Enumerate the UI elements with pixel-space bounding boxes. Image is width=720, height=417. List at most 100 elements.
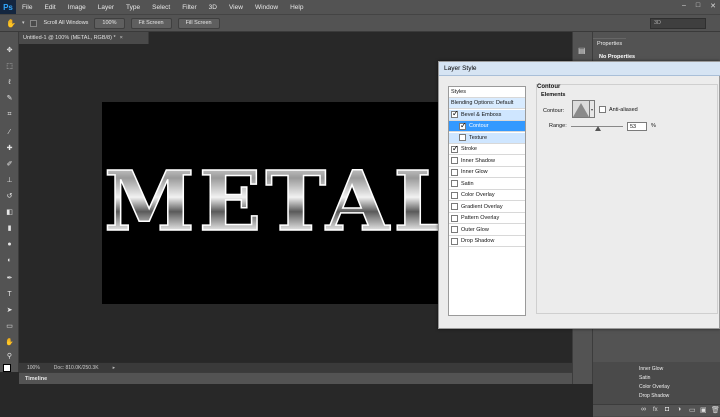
layer-effect-color-overlay[interactable]: Color Overlay xyxy=(639,384,670,390)
menu-view[interactable]: View xyxy=(223,4,249,11)
menu-window[interactable]: Window xyxy=(249,4,284,11)
maximize-icon[interactable]: □ xyxy=(696,2,700,10)
style-checkbox[interactable] xyxy=(451,157,458,164)
menu-help[interactable]: Help xyxy=(284,4,309,11)
style-checkbox[interactable] xyxy=(451,168,458,176)
contour-dropdown-chevron-icon[interactable]: ▾ xyxy=(590,100,595,118)
hand-tool-icon[interactable]: ✋ xyxy=(5,338,14,347)
brush-tool-icon[interactable]: ✐ xyxy=(5,160,14,169)
menu-image[interactable]: Image xyxy=(62,4,92,11)
marquee-tool-icon[interactable]: ⬚ xyxy=(5,62,14,71)
menu-filter[interactable]: Filter xyxy=(176,4,202,11)
menu-3d[interactable]: 3D xyxy=(203,4,223,11)
new-layer-icon[interactable]: ▣ xyxy=(700,406,707,414)
type-tool-icon[interactable]: T xyxy=(5,290,14,299)
fit-screen-button[interactable]: Fit Screen xyxy=(130,17,172,29)
foreground-color-swatch[interactable] xyxy=(3,364,11,372)
tool-preset-chevron-icon[interactable]: ▾ xyxy=(22,20,25,26)
style-checkbox[interactable] xyxy=(451,226,458,233)
style-item-color-overlay[interactable]: Color Overlay xyxy=(449,190,525,201)
status-arrow-icon[interactable]: ▸ xyxy=(113,365,116,371)
shape-tool-icon[interactable]: ▭ xyxy=(5,322,14,331)
lasso-tool-icon[interactable]: ℓ xyxy=(5,78,14,87)
range-slider-thumb[interactable] xyxy=(595,126,601,131)
dialog-title[interactable]: Layer Style xyxy=(439,62,720,76)
style-item-outer-glow[interactable]: Outer Glow xyxy=(449,225,525,236)
style-item-texture[interactable]: Texture xyxy=(449,132,525,144)
blur-tool-icon[interactable]: ● xyxy=(5,240,14,249)
path-selection-tool-icon[interactable]: ➤ xyxy=(5,306,14,315)
style-item-satin[interactable]: Satin xyxy=(449,179,525,190)
layer-effect-drop-shadow[interactable]: Drop Shadow xyxy=(639,393,669,399)
gradient-tool-icon[interactable]: ▮ xyxy=(5,224,14,233)
document-tab[interactable]: Untitled-1 @ 100% (METAL, RGB/8) * × xyxy=(19,32,149,44)
menu-edit[interactable]: Edit xyxy=(38,4,61,11)
range-input[interactable]: 53 xyxy=(627,122,647,131)
zoom-level[interactable]: 100% xyxy=(27,365,40,371)
style-item-stroke[interactable]: Stroke xyxy=(449,144,525,155)
adjustment-icon[interactable]: ◑ xyxy=(677,406,681,413)
healing-brush-tool-icon[interactable]: ✚ xyxy=(5,144,14,153)
zoom-100-button[interactable]: 100% xyxy=(94,17,125,29)
contour-picker[interactable] xyxy=(572,100,590,118)
style-item-gradient-overlay[interactable]: Gradient Overlay xyxy=(449,202,525,213)
layer-effect-satin[interactable]: Satin xyxy=(639,375,650,381)
anti-aliased-checkbox[interactable] xyxy=(599,106,606,113)
mask-icon[interactable]: ◘ xyxy=(665,406,669,413)
style-item-blending-options-default[interactable]: Blending Options: Default xyxy=(449,98,525,109)
style-checkbox[interactable] xyxy=(451,203,458,210)
style-checkbox[interactable] xyxy=(451,180,458,187)
elements-heading: Elements xyxy=(541,92,566,98)
document-tab-title: Untitled-1 @ 100% (METAL, RGB/8) * xyxy=(23,35,116,41)
style-checkbox[interactable] xyxy=(451,144,459,153)
folder-icon[interactable]: ▭ xyxy=(689,406,696,414)
pen-tool-icon[interactable]: ✒ xyxy=(5,274,14,283)
canvas-artwork: METAL xyxy=(103,153,438,251)
contour-curve-icon xyxy=(573,103,589,117)
menu-type[interactable]: Type xyxy=(120,4,146,11)
style-item-drop-shadow[interactable]: Drop Shadow xyxy=(449,236,525,247)
close-tab-icon[interactable]: × xyxy=(120,35,123,41)
options-bar: ✋ ▾ Scroll All Windows 100% Fit Screen F… xyxy=(0,14,720,32)
trash-icon[interactable]: 🗑 xyxy=(711,406,720,414)
layer-effect-inner-glow[interactable]: Inner Glow xyxy=(639,366,663,372)
workspace-select[interactable]: 3D xyxy=(650,18,706,29)
menu-select[interactable]: Select xyxy=(146,4,176,11)
style-checkbox[interactable] xyxy=(451,237,458,245)
history-brush-tool-icon[interactable]: ↺ xyxy=(5,192,14,201)
close-icon[interactable]: ✕ xyxy=(710,2,716,10)
style-item-inner-glow[interactable]: Inner Glow xyxy=(449,167,525,178)
crop-tool-icon[interactable]: ⌗ xyxy=(5,110,14,119)
style-checkbox[interactable] xyxy=(451,214,458,222)
style-checkbox[interactable] xyxy=(451,191,458,199)
properties-tab[interactable]: Properties xyxy=(593,38,627,48)
scroll-all-windows-checkbox[interactable] xyxy=(30,19,38,27)
style-item-contour[interactable]: Contour xyxy=(449,121,525,132)
style-checkbox[interactable] xyxy=(459,121,467,130)
zoom-tool-icon[interactable]: ⚲ xyxy=(5,352,14,361)
style-item-inner-shadow[interactable]: Inner Shadow xyxy=(449,156,525,167)
window-controls: – □ ✕ xyxy=(682,2,716,10)
fill-screen-button[interactable]: Fill Screen xyxy=(177,17,220,29)
minimize-icon[interactable]: – xyxy=(682,2,686,10)
menu-file[interactable]: File xyxy=(16,4,38,11)
history-panel-icon[interactable]: ▤ xyxy=(578,46,586,55)
timeline-panel-tab[interactable]: Timeline xyxy=(19,372,572,384)
move-tool-icon[interactable]: ✥ xyxy=(5,46,14,55)
fx-icon[interactable]: fx xyxy=(653,407,658,413)
link-layers-icon[interactable]: ∞ xyxy=(641,406,646,413)
anti-aliased-option[interactable]: Anti-aliased xyxy=(599,106,638,113)
style-checkbox[interactable] xyxy=(451,109,459,118)
style-checkbox[interactable] xyxy=(459,134,466,141)
style-item-pattern-overlay[interactable]: Pattern Overlay xyxy=(449,213,525,224)
styles-header[interactable]: Styles xyxy=(449,87,525,98)
style-item-bevel-emboss[interactable]: Bevel & Emboss xyxy=(449,109,525,121)
menu-layer[interactable]: Layer xyxy=(92,4,120,11)
eyedropper-tool-icon[interactable]: ⁄ xyxy=(5,128,14,137)
quick-select-tool-icon[interactable]: ✎ xyxy=(5,94,14,103)
eraser-tool-icon[interactable]: ◧ xyxy=(5,208,14,217)
clone-stamp-tool-icon[interactable]: ⊥ xyxy=(5,176,14,185)
dodge-tool-icon[interactable]: ◐ xyxy=(5,256,14,265)
canvas[interactable]: METAL xyxy=(102,102,438,304)
photoshop-logo: Ps xyxy=(0,0,16,14)
